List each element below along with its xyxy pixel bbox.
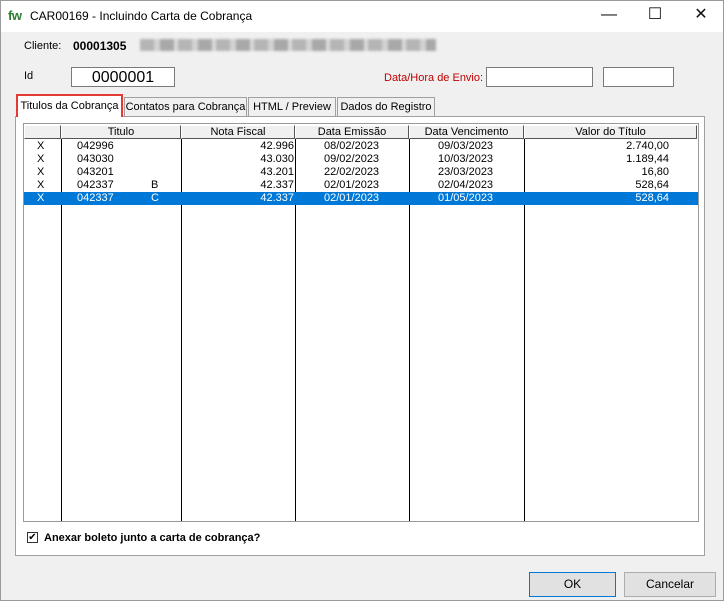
attach-boleto-checkbox[interactable]: ✔: [27, 532, 38, 543]
minimize-button[interactable]: —: [586, 0, 632, 32]
send-time-field[interactable]: [603, 67, 674, 87]
row-mark: X: [37, 192, 45, 204]
grid-header-titulo[interactable]: Titulo: [61, 125, 181, 139]
table-row[interactable]: X 043201 43.201 22/02/2023 23/03/2023 16…: [24, 166, 698, 179]
row-data-emissao: 22/02/2023: [324, 166, 380, 178]
row-mark: X: [37, 166, 45, 178]
row-nota-fiscal: 42.337: [260, 192, 294, 204]
row-data-emissao: 02/01/2023: [324, 192, 380, 204]
row-valor: 528,64: [635, 179, 669, 191]
table-row-selected[interactable]: X 042337 C 42.337 02/01/2023 01/05/2023 …: [24, 192, 698, 205]
row-titulo: 042337: [77, 179, 114, 191]
row-titulo: 042337: [77, 192, 114, 204]
client-name-redacted: [140, 39, 436, 51]
window-title: CAR00169 - Incluindo Carta de Cobrança: [30, 9, 253, 23]
tab-html-preview[interactable]: HTML / Preview: [248, 97, 336, 116]
ok-button[interactable]: OK: [529, 572, 616, 597]
attach-boleto-label[interactable]: Anexar boleto junto a carta de cobrança?: [44, 532, 260, 544]
row-suffix: C: [151, 192, 159, 204]
grid-header-data-emissao[interactable]: Data Emissão: [295, 125, 409, 139]
row-titulo: 042996: [77, 140, 114, 152]
row-data-vencimento: 02/04/2023: [438, 179, 494, 191]
row-data-vencimento: 09/03/2023: [438, 140, 494, 152]
row-nota-fiscal: 43.030: [260, 153, 294, 165]
id-field[interactable]: 0000001: [71, 67, 175, 87]
row-data-emissao: 09/02/2023: [324, 153, 380, 165]
maximize-button[interactable]: ☐: [632, 0, 678, 32]
grid-header-mark[interactable]: [24, 125, 61, 139]
table-row[interactable]: X 042996 42.996 08/02/2023 09/03/2023 2.…: [24, 140, 698, 153]
row-nota-fiscal: 42.996: [260, 140, 294, 152]
tab-dados-registro[interactable]: Dados do Registro: [337, 97, 435, 116]
row-mark: X: [37, 179, 45, 191]
row-mark: X: [37, 153, 45, 165]
row-data-vencimento: 01/05/2023: [438, 192, 494, 204]
row-suffix: B: [151, 179, 159, 191]
id-label: Id: [24, 70, 34, 82]
row-titulo: 043030: [77, 153, 114, 165]
row-data-emissao: 08/02/2023: [324, 140, 380, 152]
send-date-field[interactable]: [486, 67, 593, 87]
send-datetime-label: Data/Hora de Envio:: [384, 72, 484, 84]
tab-titulos-cobranca[interactable]: Titulos da Cobrança: [16, 94, 123, 117]
table-row[interactable]: X 043030 43.030 09/02/2023 10/03/2023 1.…: [24, 153, 698, 166]
row-data-vencimento: 10/03/2023: [438, 153, 494, 165]
row-valor: 528,64: [635, 192, 669, 204]
row-data-vencimento: 23/03/2023: [438, 166, 494, 178]
client-code: 00001305: [73, 39, 127, 53]
row-data-emissao: 02/01/2023: [324, 179, 380, 191]
client-label: Cliente:: [24, 40, 62, 52]
table-row[interactable]: X 042337 B 42.337 02/01/2023 02/04/2023 …: [24, 179, 698, 192]
row-valor: 1.189,44: [626, 153, 669, 165]
tab-contatos-cobranca[interactable]: Contatos para Cobrança: [124, 97, 247, 116]
row-valor: 2.740,00: [626, 140, 669, 152]
app-logo-icon: fw: [8, 8, 22, 23]
grid-header-valor-titulo[interactable]: Valor do Título: [524, 125, 697, 139]
row-nota-fiscal: 43.201: [260, 166, 294, 178]
cancel-button[interactable]: Cancelar: [624, 572, 716, 597]
grid-header-data-vencimento[interactable]: Data Vencimento: [409, 125, 524, 139]
row-valor: 16,80: [641, 166, 669, 178]
close-button[interactable]: ✕: [678, 0, 724, 32]
row-titulo: 043201: [77, 166, 114, 178]
row-nota-fiscal: 42.337: [260, 179, 294, 191]
row-mark: X: [37, 140, 45, 152]
grid-header-nota-fiscal[interactable]: Nota Fiscal: [181, 125, 295, 139]
